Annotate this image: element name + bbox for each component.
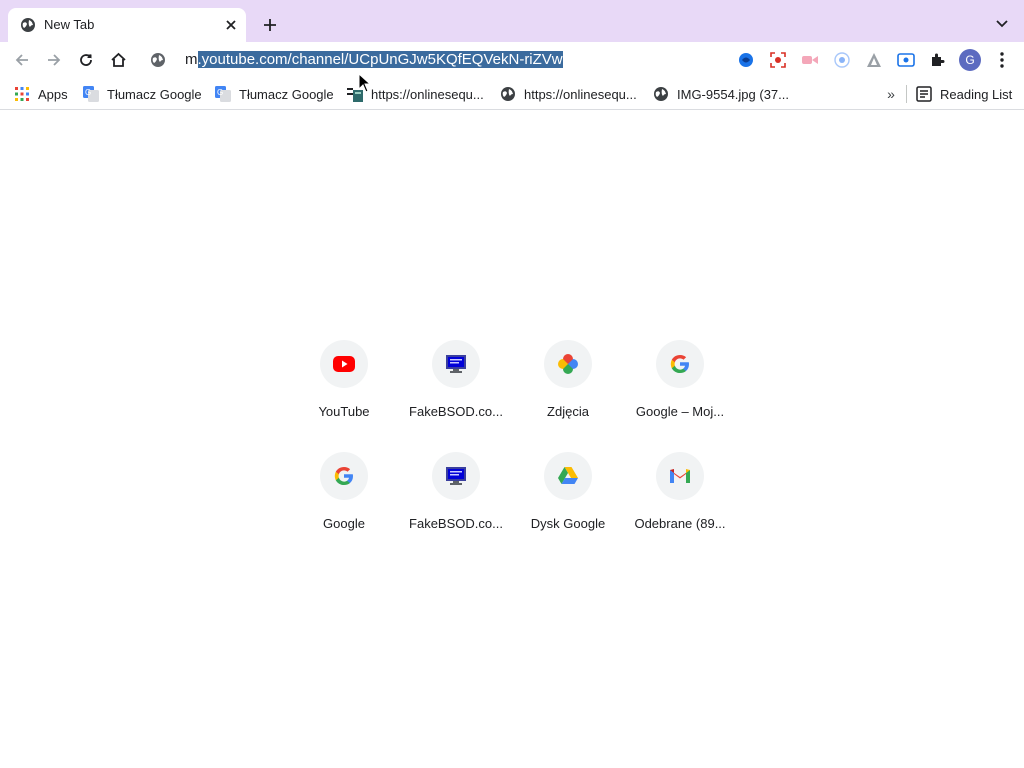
- shortcut-tile: [544, 452, 592, 500]
- extensions-puzzle-icon[interactable]: [929, 51, 947, 69]
- forward-button[interactable]: [42, 48, 66, 72]
- svg-text:G: G: [85, 88, 91, 97]
- bookmark-label: Tłumacz Google: [239, 86, 334, 102]
- svg-text:G: G: [217, 88, 223, 97]
- new-tab-button[interactable]: [258, 13, 282, 37]
- monitor-icon: [446, 355, 466, 373]
- plus-icon: [264, 19, 276, 31]
- shortcut-label: FakeBSOD.co...: [409, 516, 503, 531]
- arrow-right-icon: [48, 54, 61, 66]
- shortcut-tile: [320, 452, 368, 500]
- youtube-icon: [333, 356, 355, 372]
- globe-icon: [501, 87, 515, 101]
- gmail-icon: [670, 469, 690, 483]
- reading-list-icon: [916, 86, 932, 102]
- shortcut-label: Dysk Google: [530, 516, 606, 531]
- bookmark-img-9554[interactable]: IMG-9554.jpg (37...: [653, 84, 789, 104]
- google-photos-icon: [558, 354, 578, 374]
- globe-icon: [151, 53, 165, 67]
- shortcut-tile: [656, 452, 704, 500]
- bookmark-google-translate-1[interactable]: G Tłumacz Google: [83, 84, 202, 104]
- tab-new-tab[interactable]: New Tab: [8, 8, 246, 42]
- arrow-left-icon: [15, 54, 28, 66]
- shortcut-tile: [432, 340, 480, 388]
- shortcut-google-moje[interactable]: Google – Moj...: [624, 340, 736, 452]
- shortcut-google[interactable]: Google: [288, 452, 400, 564]
- shortcut-tile: [432, 452, 480, 500]
- monitor-icon: [446, 467, 466, 485]
- google-g-icon: [334, 467, 353, 485]
- mouse-pointer-icon: [358, 73, 372, 93]
- tab-search-button[interactable]: [992, 14, 1012, 34]
- bookmark-label: IMG-9554.jpg (37...: [677, 86, 789, 102]
- back-button[interactable]: [10, 48, 34, 72]
- google-translate-icon: G: [215, 86, 231, 102]
- toolbar: m.youtube.com/channel/UCpUnGJw5KQfEQVekN…: [0, 42, 1024, 78]
- extension-circle-icon[interactable]: [833, 51, 851, 69]
- bookmark-label: Tłumacz Google: [107, 86, 202, 102]
- shortcut-label: Zdjęcia: [547, 404, 589, 419]
- bookmarks-bar: Apps G Tłumacz Google G Tłumacz Google h…: [0, 78, 1024, 110]
- shortcut-fakebsod-2[interactable]: FakeBSOD.co...: [400, 452, 512, 564]
- address-bar[interactable]: m.youtube.com/channel/UCpUnGJw5KQfEQVekN…: [142, 45, 722, 75]
- reading-list-button[interactable]: Reading List: [916, 84, 1012, 104]
- tab-strip: New Tab: [0, 0, 1024, 42]
- shortcut-tile: [656, 340, 704, 388]
- bookmark-onlinesequencer-2[interactable]: https://onlinesequ...: [500, 84, 637, 104]
- google-translate-icon: G: [83, 86, 99, 102]
- profile-avatar[interactable]: G: [959, 49, 981, 71]
- google-drive-icon: [558, 467, 578, 484]
- bookmarks-divider: [906, 85, 907, 103]
- globe-icon: [21, 18, 35, 32]
- extension-blue-circle-icon[interactable]: [737, 51, 755, 69]
- shortcut-tile: [320, 340, 368, 388]
- bookmark-label: Apps: [38, 86, 68, 102]
- apps-grid-icon: [15, 87, 29, 101]
- bookmark-label: https://onlinesequ...: [524, 86, 637, 102]
- bookmark-apps[interactable]: Apps: [14, 84, 68, 104]
- chevron-down-icon: [996, 20, 1008, 28]
- shortcut-youtube[interactable]: YouTube: [288, 340, 400, 452]
- screen-capture-icon[interactable]: [769, 51, 787, 69]
- bookmarks-overflow-button[interactable]: »: [882, 86, 900, 102]
- reload-button[interactable]: [74, 48, 98, 72]
- url-prefix: m: [185, 51, 198, 68]
- shortcut-odebrane-gmail[interactable]: Odebrane (89...: [624, 452, 736, 564]
- url-selected-text: .youtube.com/channel/UCpUnGJw5KQfEQVekN-…: [197, 51, 563, 68]
- bookmark-google-translate-2[interactable]: G Tłumacz Google: [215, 84, 334, 104]
- video-record-icon[interactable]: [801, 51, 819, 69]
- shortcut-dysk-google[interactable]: Dysk Google: [512, 452, 624, 564]
- shortcut-fakebsod-1[interactable]: FakeBSOD.co...: [400, 340, 512, 452]
- reload-icon: [80, 54, 92, 66]
- shortcut-label: Odebrane (89...: [634, 516, 726, 531]
- shortcut-label: YouTube: [318, 404, 370, 419]
- shortcut-label: FakeBSOD.co...: [409, 404, 503, 419]
- reading-list-label: Reading List: [940, 86, 1013, 102]
- menu-kebab-icon[interactable]: [993, 51, 1011, 69]
- extension-screen-icon[interactable]: [897, 51, 915, 69]
- shortcut-tile: [544, 340, 592, 388]
- close-icon[interactable]: [222, 16, 240, 34]
- home-button[interactable]: [106, 48, 130, 72]
- url-text[interactable]: m.youtube.com/channel/UCpUnGJw5KQfEQVekN…: [185, 51, 563, 69]
- extension-triangle-icon[interactable]: [865, 51, 883, 69]
- tab-title: New Tab: [44, 17, 95, 32]
- home-icon: [110, 52, 126, 67]
- shortcut-label: Google – Moj...: [635, 404, 725, 419]
- globe-icon: [654, 87, 668, 101]
- google-g-icon: [670, 355, 689, 373]
- shortcut-label: Google: [323, 516, 365, 531]
- bookmark-label: https://onlinesequ...: [371, 86, 484, 102]
- shortcut-zdjecia[interactable]: Zdjęcia: [512, 340, 624, 452]
